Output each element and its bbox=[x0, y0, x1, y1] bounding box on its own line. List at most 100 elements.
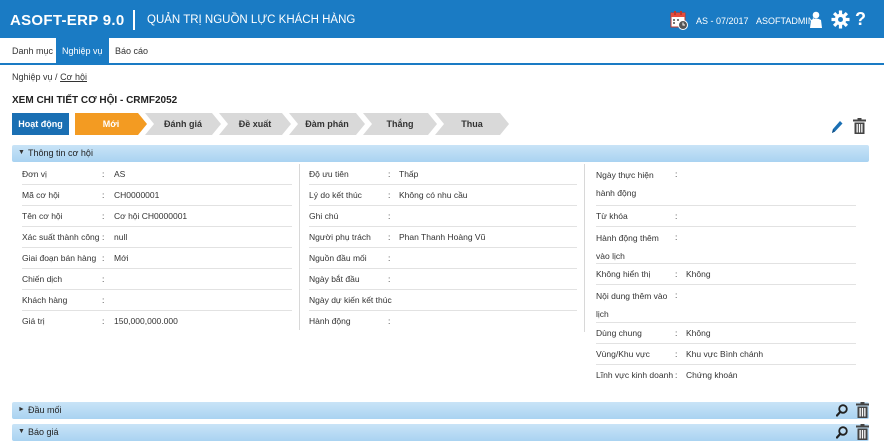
menu-item-danh-muc[interactable]: Danh mục bbox=[6, 38, 59, 65]
field-row: Nội dung thêm vào lịch: bbox=[596, 285, 856, 323]
stage-thua[interactable]: Thua bbox=[435, 113, 509, 135]
stage-de-xuat[interactable]: Đề xuất bbox=[219, 113, 291, 135]
field-value: Không có nhu cầu bbox=[399, 190, 468, 200]
stage-moi[interactable]: Mới bbox=[75, 113, 147, 135]
field-row: Vùng/Khu vực: Khu vực Bình chánh bbox=[596, 344, 856, 365]
field-label: Vùng/Khu vực bbox=[596, 349, 650, 359]
field-label: Tên cơ hội bbox=[22, 211, 63, 221]
field-row: Người phụ trách: Phan Thanh Hoàng Vũ bbox=[309, 227, 577, 248]
caret-down-icon: ▼ bbox=[18, 428, 25, 435]
info-column-2: Độ ưu tiên: Thấp Lý do kết thúc: Không có … bbox=[309, 164, 577, 332]
field-row: Ghi chú: bbox=[309, 206, 577, 227]
field-value: 150,000,000.000 bbox=[114, 316, 178, 326]
field-row: Độ ưu tiên: Thấp bbox=[309, 164, 577, 185]
field-value: Phan Thanh Hoàng Vũ bbox=[399, 232, 486, 242]
field-label: Khách hàng bbox=[22, 295, 68, 305]
field-row: Dùng chung: Không bbox=[596, 323, 856, 344]
field-label: Từ khóa bbox=[596, 211, 628, 221]
field-label: Ngày dự kiến kết thúc bbox=[309, 295, 392, 305]
panel-info-title: Thông tin cơ hội bbox=[28, 148, 93, 158]
calendar-icon[interactable] bbox=[670, 10, 688, 30]
search-icon[interactable] bbox=[836, 404, 848, 417]
info-column-1: Đơn vị: AS Mã cơ hội: CH0000001 Tên cơ hội… bbox=[22, 164, 292, 332]
field-value: Chứng khoán bbox=[686, 370, 738, 380]
stage-danh-gia[interactable]: Đánh giá bbox=[145, 113, 221, 135]
field-row: Khách hàng: bbox=[22, 290, 292, 311]
field-label: Người phụ trách bbox=[309, 232, 371, 242]
field-value: Thấp bbox=[399, 169, 419, 179]
panel-info-header[interactable]: ▼ Thông tin cơ hội bbox=[12, 145, 869, 162]
field-row: Lĩnh vực kinh doanh: Chứng khoán bbox=[596, 370, 738, 380]
field-label: Nội dung thêm vào lịch bbox=[596, 291, 668, 319]
app-title: QUẢN TRỊ NGUỒN LỰC KHÁCH HÀNG bbox=[147, 14, 356, 26]
field-value: Không bbox=[686, 328, 711, 338]
info-column-3: Ngày thực hiện hành động: Từ khóa: Hành … bbox=[596, 164, 856, 386]
field-row: Ngày thực hiện hành động: bbox=[596, 164, 856, 206]
caret-right-icon: ► bbox=[18, 406, 25, 413]
field-value: CH0000001 bbox=[114, 190, 160, 200]
field-label: Nguồn đầu mối bbox=[309, 253, 367, 263]
field-label: Ghi chú bbox=[309, 211, 339, 221]
panel-leads-title: Đầu mối bbox=[28, 405, 62, 415]
field-label: Đơn vị bbox=[22, 169, 47, 179]
user-name[interactable]: ASOFTADMIN bbox=[756, 16, 814, 26]
user-icon[interactable] bbox=[809, 11, 823, 29]
breadcrumb: Nghiệp vụ / Cơ hội bbox=[12, 72, 87, 82]
field-row: Mã cơ hội: CH0000001 bbox=[22, 185, 292, 206]
field-row: Từ khóa: bbox=[596, 206, 856, 227]
caret-down-icon: ▼ bbox=[18, 149, 25, 156]
stage-dam-phan[interactable]: Đàm phán bbox=[289, 113, 365, 135]
field-row: Hành động thêm vào lịch: bbox=[596, 227, 856, 264]
column-divider bbox=[584, 164, 585, 332]
field-row: Ngày bắt đầu: bbox=[309, 269, 577, 290]
field-row: Giá trị:150,000,000.000 bbox=[22, 316, 178, 326]
field-row: Ngày dự kiến kết thúc: bbox=[309, 290, 577, 311]
panel-quotes-header[interactable]: ▼ Báo giá bbox=[12, 424, 869, 441]
field-value: Cơ hội CH0000001 bbox=[114, 211, 188, 221]
field-value: Không bbox=[686, 269, 711, 279]
help-icon[interactable]: ? bbox=[855, 9, 866, 30]
field-row: Đơn vị: AS bbox=[22, 164, 292, 185]
breadcrumb-root[interactable]: Nghiệp vụ bbox=[12, 72, 53, 82]
field-label: Hành động thêm vào lịch bbox=[596, 233, 659, 261]
page-title: XEM CHI TIẾT CƠ HỘI - CRMF2052 bbox=[12, 95, 178, 106]
app-logo: ASOFT-ERP 9.0 bbox=[10, 12, 125, 29]
field-row: Không hiển thị: Không bbox=[596, 264, 856, 285]
breadcrumb-current[interactable]: Cơ hội bbox=[60, 72, 87, 82]
main-menu: Danh mục Nghiệp vụ Báo cáo bbox=[0, 38, 884, 65]
panel-quotes-title: Báo giá bbox=[28, 427, 59, 437]
app-header: ASOFT-ERP 9.0 QUẢN TRỊ NGUỒN LỰC KHÁCH H… bbox=[0, 0, 884, 38]
field-label: Ngày bắt đầu bbox=[309, 274, 360, 284]
edit-icon[interactable] bbox=[830, 119, 844, 135]
field-label: Dùng chung bbox=[596, 328, 642, 338]
field-label: Độ ưu tiên bbox=[309, 169, 349, 179]
header-divider bbox=[133, 10, 135, 30]
field-row: Chiến dịch: bbox=[22, 269, 292, 290]
field-value: Mới bbox=[114, 253, 129, 263]
delete-icon[interactable] bbox=[856, 402, 869, 418]
field-row: Xác suất thành công: null bbox=[22, 227, 292, 248]
field-row: Giai đoạn bán hàng: Mới bbox=[22, 248, 292, 269]
field-row: Nguồn đầu mối: bbox=[309, 248, 577, 269]
delete-icon[interactable] bbox=[856, 424, 869, 440]
stage-bar-label: Hoạt động bbox=[12, 113, 69, 135]
period-selector[interactable]: AS - 07/2017 bbox=[696, 16, 749, 26]
delete-icon[interactable] bbox=[853, 118, 866, 134]
field-label: Ngày thực hiện hành động bbox=[596, 170, 654, 198]
menu-item-bao-cao[interactable]: Báo cáo bbox=[109, 38, 154, 65]
field-label: Lý do kết thúc bbox=[309, 190, 362, 200]
field-value: null bbox=[114, 232, 128, 242]
field-label: Hành động bbox=[309, 316, 351, 326]
menu-item-nghiep-vu[interactable]: Nghiệp vụ bbox=[56, 38, 109, 65]
field-value: Khu vực Bình chánh bbox=[686, 349, 764, 359]
field-label: Giá trị bbox=[22, 316, 45, 326]
stage-thang[interactable]: Thắng bbox=[363, 113, 437, 135]
search-icon[interactable] bbox=[836, 426, 848, 439]
field-row: Hành động: bbox=[309, 316, 391, 326]
field-label: Xác suất thành công bbox=[22, 232, 100, 242]
gear-icon[interactable] bbox=[831, 10, 850, 29]
field-value: AS bbox=[114, 169, 126, 179]
panel-leads-header[interactable]: ► Đầu mối bbox=[12, 402, 869, 419]
field-label: Lĩnh vực kinh doanh bbox=[596, 370, 674, 380]
field-row: Lý do kết thúc: Không có nhu cầu bbox=[309, 185, 577, 206]
